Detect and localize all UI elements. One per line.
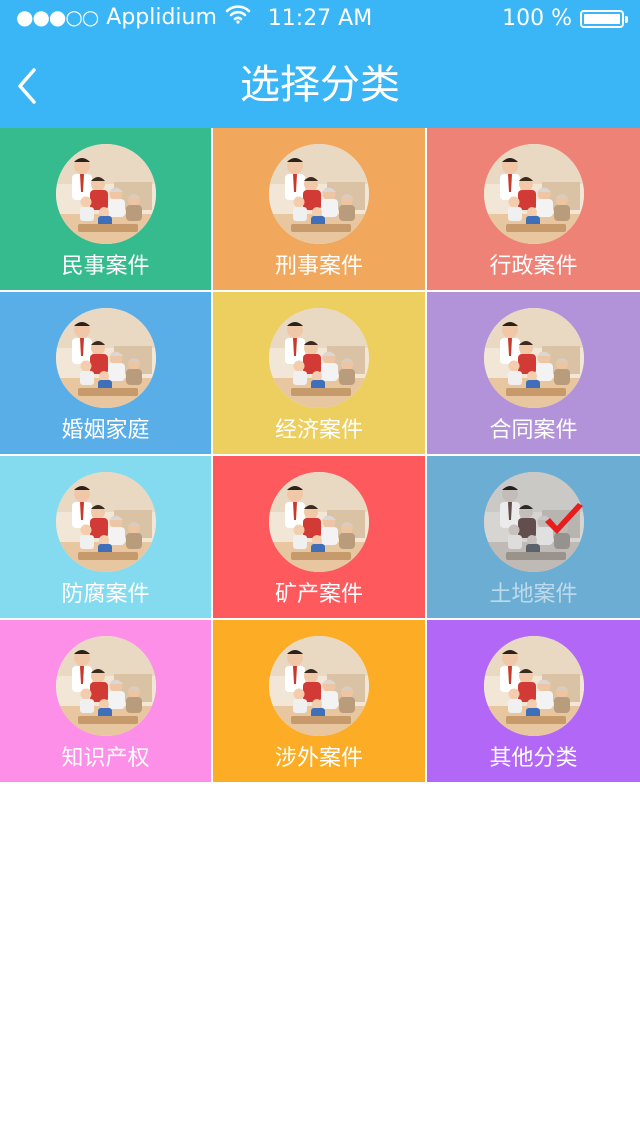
header: ●●●○○ Applidium 11:27 AM 100 % 选择分类 bbox=[0, 0, 640, 128]
family-photo bbox=[269, 472, 369, 572]
category-label: 行政案件 bbox=[489, 254, 578, 279]
family-photo bbox=[483, 308, 584, 408]
battery-icon bbox=[580, 9, 628, 28]
category-grid: 民事案件 刑事案件 行政案件 婚姻家庭 经济案件 合同案件 防腐案件 矿产案件 … bbox=[0, 128, 640, 784]
category-tile-4[interactable]: 经济案件 bbox=[213, 292, 427, 456]
family-photo bbox=[483, 144, 584, 244]
category-tile-0[interactable]: 民事案件 bbox=[0, 128, 213, 292]
category-label: 涉外案件 bbox=[274, 746, 363, 771]
battery-percentage: 100 % bbox=[502, 6, 572, 31]
family-photo bbox=[269, 636, 369, 736]
category-label: 刑事案件 bbox=[274, 254, 363, 279]
family-photo bbox=[483, 636, 584, 736]
category-label: 民事案件 bbox=[61, 254, 150, 279]
category-label: 矿产案件 bbox=[274, 582, 363, 607]
category-label: 经济案件 bbox=[274, 418, 363, 443]
status-right: 100 % bbox=[502, 6, 628, 31]
category-label: 婚姻家庭 bbox=[61, 418, 150, 443]
category-tile-10[interactable]: 涉外案件 bbox=[213, 620, 427, 784]
category-tile-5[interactable]: 合同案件 bbox=[427, 292, 640, 456]
category-label: 防腐案件 bbox=[61, 582, 150, 607]
category-tile-2[interactable]: 行政案件 bbox=[427, 128, 640, 292]
family-photo bbox=[55, 472, 156, 572]
status-bar: ●●●○○ Applidium 11:27 AM 100 % bbox=[0, 0, 640, 40]
family-photo bbox=[269, 308, 369, 408]
category-label: 土地案件 bbox=[489, 582, 578, 607]
category-tile-1[interactable]: 刑事案件 bbox=[213, 128, 427, 292]
family-photo bbox=[55, 308, 156, 408]
checkmark-icon bbox=[544, 503, 583, 534]
category-tile-7[interactable]: 矿产案件 bbox=[213, 456, 427, 620]
family-photo bbox=[269, 144, 369, 244]
category-tile-3[interactable]: 婚姻家庭 bbox=[0, 292, 213, 456]
family-photo bbox=[55, 144, 156, 244]
category-tile-11[interactable]: 其他分类 bbox=[427, 620, 640, 784]
category-label: 知识产权 bbox=[61, 746, 150, 771]
category-label: 合同案件 bbox=[489, 418, 578, 443]
category-tile-8[interactable]: 土地案件 bbox=[427, 456, 640, 620]
navigation-bar: 选择分类 bbox=[0, 40, 640, 128]
category-label: 其他分类 bbox=[489, 746, 578, 771]
battery-level-fill bbox=[584, 13, 620, 24]
family-photo bbox=[55, 636, 156, 736]
page-title: 选择分类 bbox=[240, 62, 400, 108]
category-tile-6[interactable]: 防腐案件 bbox=[0, 456, 213, 620]
category-tile-9[interactable]: 知识产权 bbox=[0, 620, 213, 784]
